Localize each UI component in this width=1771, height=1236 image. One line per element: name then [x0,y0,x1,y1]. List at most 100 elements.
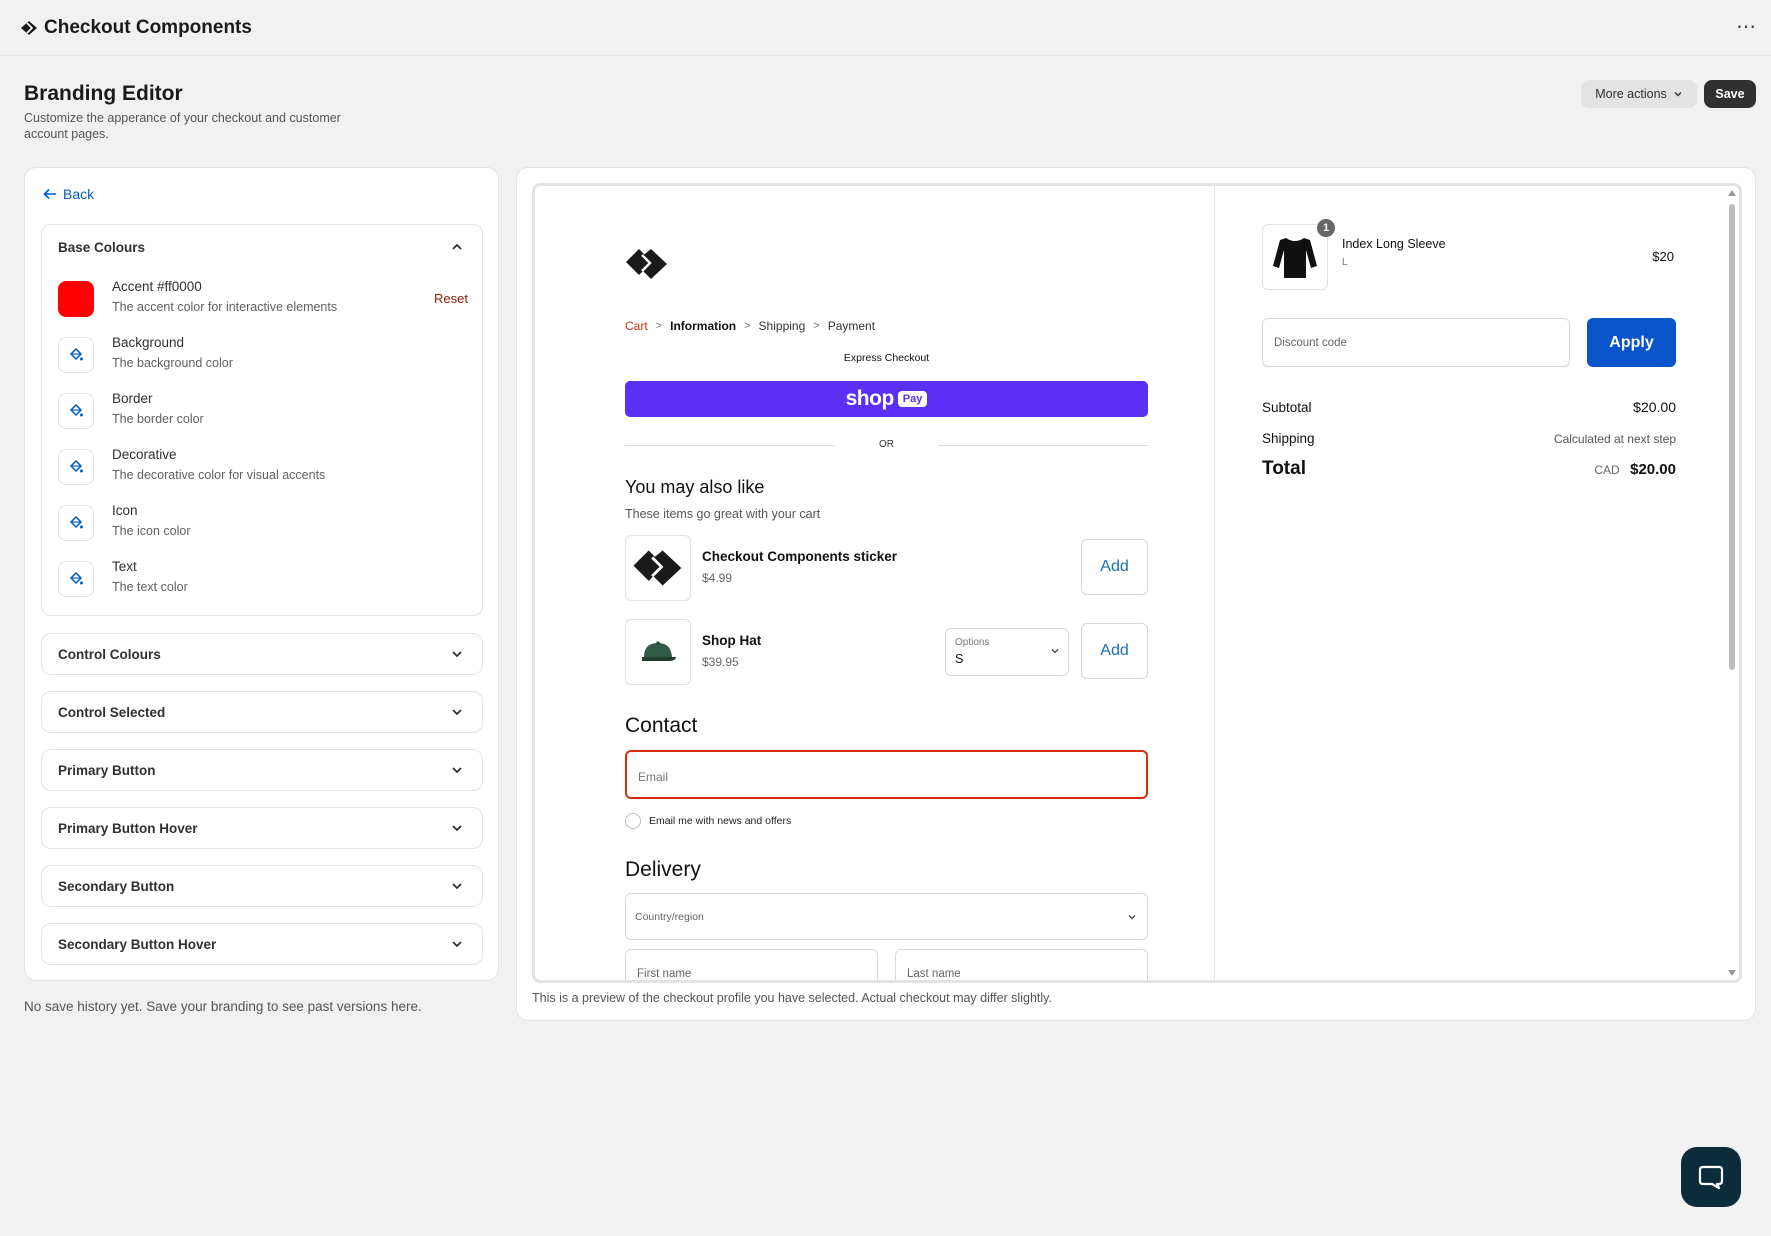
summary-item-price: $20 [1652,249,1674,264]
section-control-colours[interactable]: Control Colours [41,633,483,675]
chevron-up-icon [452,243,462,250]
contact-heading: Contact [625,714,698,737]
paint-bucket-icon[interactable] [58,393,94,429]
page-title: Branding Editor [24,82,183,105]
product-name: Shop Hat [702,633,762,648]
email-field[interactable]: Email [625,750,1148,799]
sticker-logo-icon [633,550,682,586]
subtotal-value: $20.00 [1633,399,1676,415]
total-label: Total [1262,458,1306,479]
top-bar: Checkout Components ⋯ [0,0,1771,56]
more-actions-button[interactable]: More actions [1581,80,1697,108]
quantity-badge: 1 [1316,218,1336,238]
color-row-icon[interactable]: Icon The icon color [58,501,468,549]
preview-scrollbar[interactable] [1725,186,1739,980]
scroll-down-arrow-icon[interactable] [1728,970,1736,976]
row-description: The text color [112,580,188,594]
total-amount: CAD $20.00 [1594,461,1676,479]
news-offers-checkbox[interactable] [625,813,641,829]
row-description: The border color [112,412,204,426]
express-checkout-label: Express Checkout [843,352,930,364]
paint-bucket-icon[interactable] [58,505,94,541]
checkout-preview-panel: Cart > Information > Shipping > Payment … [516,167,1756,1021]
section-secondary-button[interactable]: Secondary Button [41,865,483,907]
section-title: Secondary Button Hover [58,936,217,952]
section-primary-button-hover[interactable]: Primary Button Hover [41,807,483,849]
discount-code-field[interactable]: Discount code [1262,318,1570,367]
list-item: Shop Hat $39.95 Options S Add [625,619,1148,685]
row-description: The decorative color for visual accents [112,468,326,482]
apply-discount-button[interactable]: Apply [1587,318,1676,367]
breadcrumb: Cart > Information > Shipping > Payment [625,319,875,333]
color-row-background[interactable]: Background The background color [58,333,468,381]
first-name-field[interactable]: First name [625,949,878,980]
breadcrumb-separator: > [744,320,751,332]
app-title: Checkout Components [44,17,252,38]
shipping-value: Calculated at next step [1553,432,1676,446]
hat-options-select[interactable]: Options S [945,628,1069,676]
total-row: Total CAD $20.00 [1262,458,1676,480]
shop-pay-button[interactable]: shop Pay [625,381,1148,417]
scrollbar-thumb[interactable] [1729,204,1735,670]
summary-item-variant: L [1342,257,1348,268]
store-logo-icon [626,249,667,279]
base-colours-header[interactable]: Base Colours [42,225,482,269]
chevron-down-icon [452,651,462,658]
upsell-title: You may also like [625,477,765,497]
arrow-left-icon [43,188,56,200]
add-hat-button[interactable]: Add [1081,623,1148,679]
breadcrumb-separator: > [813,320,820,332]
hat-thumbnail [625,619,691,685]
paint-bucket-icon[interactable] [58,337,94,373]
save-button[interactable]: Save [1704,80,1756,108]
country-region-select[interactable]: Country/region [625,893,1148,940]
more-options-icon[interactable]: ⋯ [1736,14,1757,39]
options-label: Options [955,637,990,648]
subtotal-label: Subtotal [1262,400,1312,415]
base-colours-section: Base Colours Accent #ff0000 The accent c… [41,224,483,616]
section-title: Control Selected [58,704,166,720]
page-subtitle: Customize the apperance of your checkout… [24,111,341,141]
color-row-decorative[interactable]: Decorative The decorative color for visu… [58,445,468,493]
breadcrumb-information: Information [670,319,737,333]
section-secondary-button-hover[interactable]: Secondary Button Hover [41,923,483,965]
product-price: $39.95 [702,655,739,669]
reset-button[interactable]: Reset [434,291,468,306]
row-description: The icon color [112,524,191,538]
breadcrumb-payment: Payment [827,319,876,333]
section-control-selected[interactable]: Control Selected [41,691,483,733]
list-item: Checkout Components sticker $4.99 Add [625,535,1148,601]
paint-bucket-icon[interactable] [58,561,94,597]
color-row-text[interactable]: Text The text color [58,557,468,605]
breadcrumb-shipping: Shipping [758,319,806,333]
app-logo-icon [21,21,37,35]
product-name: Checkout Components sticker [702,549,898,564]
breadcrumb-cart[interactable]: Cart [625,319,648,333]
accent-swatch[interactable] [58,281,94,317]
scroll-up-arrow-icon[interactable] [1728,190,1736,196]
options-value: S [955,652,964,666]
total-value: $20.00 [1630,461,1676,478]
shipping-label: Shipping [1262,431,1315,446]
back-link[interactable]: Back [43,186,94,202]
add-sticker-button[interactable]: Add [1081,539,1148,595]
color-row-border[interactable]: Border The border color [58,389,468,437]
shop-pay-wordmark: shop [845,387,895,410]
or-divider: OR [625,438,1148,452]
section-title: Primary Button Hover [58,820,198,836]
section-primary-button[interactable]: Primary Button [41,749,483,791]
row-description: The accent color for interactive element… [112,300,338,314]
chevron-down-icon [452,709,462,716]
order-summary-column: 1 Index Long Sleeve L $20 Discount code … [1216,186,1728,980]
row-title: Accent #ff0000 [112,279,202,294]
color-row-accent[interactable]: Accent #ff0000 The accent color for inte… [58,277,468,325]
total-currency: CAD [1594,463,1620,477]
support-chat-button[interactable] [1681,1147,1741,1207]
row-title: Text [112,559,137,574]
hat-icon [642,641,676,661]
last-name-field[interactable]: Last name [895,949,1148,980]
chevron-down-icon [452,767,462,774]
paint-bucket-icon[interactable] [58,449,94,485]
section-title: Secondary Button [58,878,175,894]
summary-item-name: Index Long Sleeve [1342,237,1446,251]
